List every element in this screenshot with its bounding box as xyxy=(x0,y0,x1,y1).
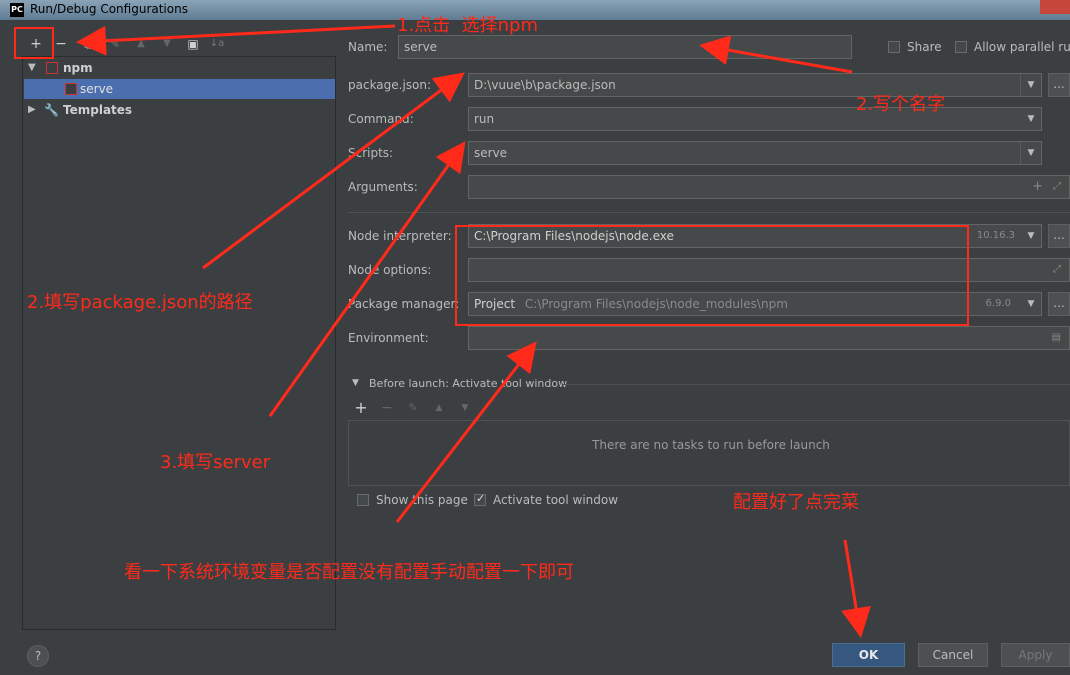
browse-node-button[interactable]: ... xyxy=(1048,224,1070,248)
arguments-field[interactable]: + ⤢ xyxy=(468,175,1070,199)
name-field[interactable]: serve xyxy=(398,35,852,59)
chevron-down-icon[interactable]: ▼ xyxy=(1020,142,1041,164)
share-checkbox[interactable] xyxy=(888,41,900,53)
package-json-field[interactable]: D:\vuue\b\package.json ▼ xyxy=(468,73,1042,97)
folder-icon[interactable]: ▣ xyxy=(184,35,202,53)
annotation-step3: 3.填写server xyxy=(160,452,271,473)
sort-icon[interactable]: ↓a xyxy=(208,35,226,53)
scripts-label: Scripts: xyxy=(348,146,394,160)
configuration-tree[interactable] xyxy=(22,56,336,630)
no-tasks-text: There are no tasks to run before launch xyxy=(592,438,830,452)
before-launch-label: Before launch: Activate tool window xyxy=(369,377,568,390)
npm-version: 6.9.0 xyxy=(985,298,1011,309)
ok-button[interactable]: OK xyxy=(832,643,905,667)
command-value: run xyxy=(474,112,495,126)
edit-icon[interactable]: ✎ xyxy=(404,399,422,417)
before-launch-task-list[interactable] xyxy=(348,420,1070,486)
cancel-button[interactable]: Cancel xyxy=(918,643,988,667)
remove-configuration-button[interactable]: − xyxy=(52,35,70,53)
command-select[interactable]: run ▼ xyxy=(468,107,1042,131)
chevron-right-icon[interactable]: ▶ xyxy=(28,100,36,120)
npm-icon xyxy=(65,83,77,95)
remove-task-button[interactable]: − xyxy=(378,399,396,417)
move-up-icon[interactable]: ▲ xyxy=(132,35,150,53)
tree-label-serve: serve xyxy=(80,82,114,96)
show-page-label: Show this page xyxy=(376,493,468,507)
annotation-box-add xyxy=(14,27,54,59)
show-page-checkbox[interactable] xyxy=(357,494,369,506)
chevron-down-icon[interactable]: ▼ xyxy=(1021,293,1041,315)
chevron-down-icon[interactable]: ▼ xyxy=(1021,108,1041,130)
move-down-icon[interactable]: ▼ xyxy=(158,35,176,53)
annotation-step2-name: 2.写个名字 xyxy=(856,94,946,115)
share-label: Share xyxy=(907,40,942,54)
arrow-ok xyxy=(841,539,871,638)
browse-package-json-button[interactable]: ... xyxy=(1048,73,1070,97)
package-json-value: D:\vuue\b\package.json xyxy=(474,78,616,92)
allow-parallel-label: Allow parallel ru xyxy=(974,40,1070,54)
help-button[interactable]: ? xyxy=(27,645,49,667)
annotation-step1: 1.点击 选择npm xyxy=(397,15,538,36)
allow-parallel-checkbox[interactable] xyxy=(955,41,967,53)
plus-icon[interactable]: + xyxy=(1032,176,1043,198)
name-label: Name: xyxy=(348,40,388,54)
scripts-select[interactable]: serve ▼ xyxy=(468,141,1042,165)
environment-field[interactable]: ▤ xyxy=(468,326,1070,350)
apply-button[interactable]: Apply xyxy=(1001,643,1070,667)
activate-tool-window-label: Activate tool window xyxy=(493,493,619,507)
package-json-label: package.json: xyxy=(348,78,432,92)
edit-icon[interactable]: ✎ xyxy=(106,35,124,53)
environment-label: Environment: xyxy=(348,331,429,345)
expand-icon[interactable]: ⤢ xyxy=(1053,176,1061,198)
npm-icon xyxy=(46,62,58,74)
move-down-icon[interactable]: ▼ xyxy=(456,399,474,417)
node-version: 10.16.3 xyxy=(976,230,1015,241)
section-divider xyxy=(563,384,1070,385)
activate-tool-window-checkbox[interactable] xyxy=(474,492,486,506)
move-up-icon[interactable]: ▲ xyxy=(430,399,448,417)
command-label: Command: xyxy=(348,112,414,126)
chevron-down-icon[interactable]: ▼ xyxy=(28,58,36,78)
node-options-label: Node options: xyxy=(348,263,432,277)
node-interpreter-label: Node interpreter: xyxy=(348,229,452,243)
arguments-label: Arguments: xyxy=(348,180,418,194)
tree-item-templates[interactable]: ▶ 🔧 Templates xyxy=(26,100,334,120)
wrench-icon: 🔧 xyxy=(44,103,59,117)
annotation-done: 配置好了点完菜 xyxy=(733,492,859,513)
chevron-down-icon[interactable]: ▼ xyxy=(352,378,359,388)
section-divider xyxy=(348,212,1070,213)
document-icon[interactable]: ▤ xyxy=(1052,327,1061,349)
tree-label-templates: Templates xyxy=(63,103,133,117)
tree-item-npm[interactable]: ▼ npm xyxy=(26,58,334,78)
scripts-value: serve xyxy=(474,146,508,160)
annotation-env: 看一下系统环境变量是否配置没有配置手动配置一下即可 xyxy=(124,562,574,583)
close-window-button[interactable] xyxy=(1040,0,1070,14)
expand-icon[interactable]: ⤢ xyxy=(1053,259,1061,281)
chevron-down-icon[interactable]: ▼ xyxy=(1020,74,1041,96)
annotation-step2-path: 2.填写package.json的路径 xyxy=(27,292,253,313)
window-title: Run/Debug Configurations xyxy=(30,2,188,16)
browse-package-manager-button[interactable]: ... xyxy=(1048,292,1070,316)
chevron-down-icon[interactable]: ▼ xyxy=(1021,225,1041,247)
add-task-button[interactable]: + xyxy=(352,399,370,417)
tree-label-npm: npm xyxy=(63,61,93,75)
annotation-box-node xyxy=(455,225,969,326)
package-manager-label: Package manager: xyxy=(348,297,460,311)
tree-item-serve[interactable]: serve xyxy=(24,79,335,99)
copy-icon[interactable]: ⎘ xyxy=(80,35,98,53)
app-logo-icon: PC xyxy=(10,3,24,17)
